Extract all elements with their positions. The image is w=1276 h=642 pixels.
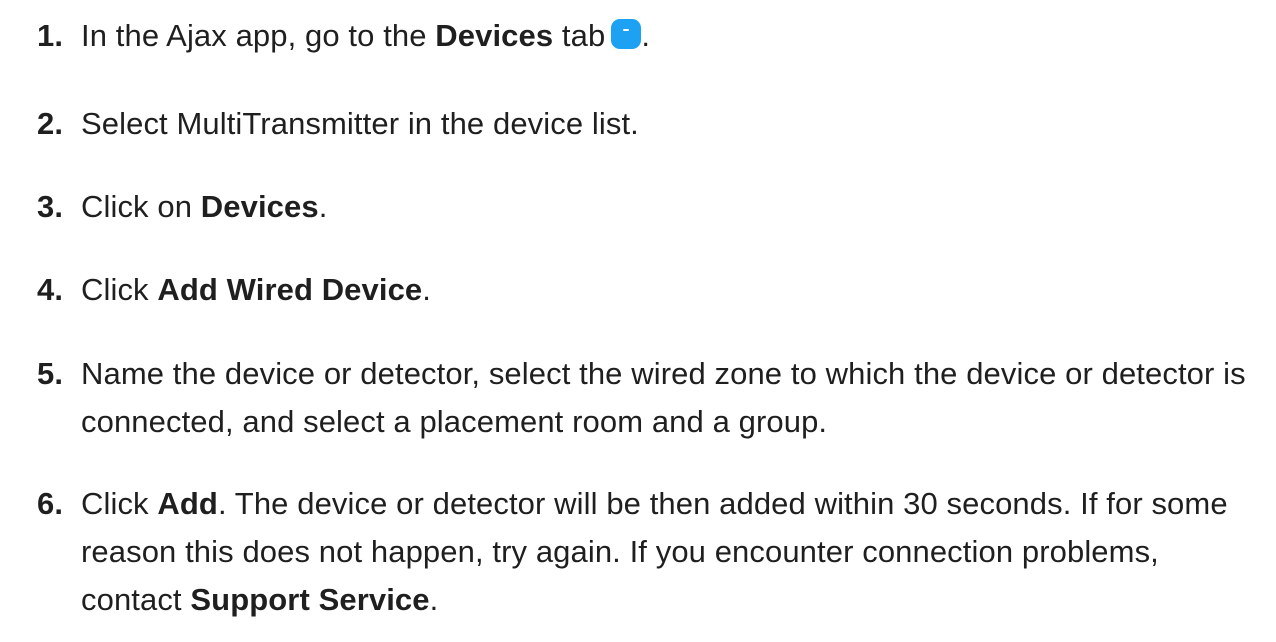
step-text: Click Add Wired Device.: [37, 266, 1247, 314]
step-text: Click Add. The device or detector will b…: [37, 480, 1247, 624]
step-text: In the Ajax app, go to the Devices tab.: [37, 12, 1247, 60]
step-number: 2.: [37, 106, 64, 141]
step-number: 3.: [37, 189, 64, 224]
step-text-part: Click on: [81, 189, 201, 224]
support-service-link[interactable]: Support Service: [190, 582, 429, 617]
step-text-part: tab: [553, 18, 606, 53]
step-number: 1.: [37, 18, 64, 53]
step-text-part: .: [318, 189, 328, 224]
step-text-part: Click: [81, 486, 158, 521]
step-text-part: Select MultiTransmitter in the device li…: [81, 106, 639, 141]
step-4: 4. Click Add Wired Device.: [37, 266, 1247, 314]
step-1: 1. In the Ajax app, go to the Devices ta…: [37, 12, 1247, 60]
step-text-part: .: [422, 272, 431, 307]
step-text-part: Click: [81, 272, 158, 307]
step-3: 3. Click on Devices.: [37, 183, 1247, 231]
step-6: 6. Click Add. The device or detector wil…: [37, 480, 1247, 624]
step-text: Select MultiTransmitter in the device li…: [37, 100, 1247, 148]
step-5: 5. Name the device or detector, select t…: [37, 350, 1247, 446]
step-text-part: Name the device or detector, select the …: [81, 356, 1246, 439]
devices-term: Devices: [200, 189, 319, 224]
step-2: 2. Select MultiTransmitter in the device…: [37, 100, 1247, 148]
step-number: 6.: [37, 486, 64, 521]
step-text-part: .: [641, 18, 651, 53]
step-text-part: .: [429, 582, 439, 617]
step-text: Click on Devices.: [37, 183, 1247, 231]
add-wired-device-term: Add Wired Device: [157, 272, 423, 307]
step-text-part: In the Ajax app, go to the: [81, 18, 436, 53]
step-number: 4.: [37, 272, 64, 307]
add-term: Add: [157, 486, 218, 521]
devices-term: Devices: [435, 18, 554, 53]
devices-tab-icon: [611, 19, 642, 49]
step-text: Name the device or detector, select the …: [37, 350, 1247, 446]
step-number: 5.: [37, 356, 64, 391]
